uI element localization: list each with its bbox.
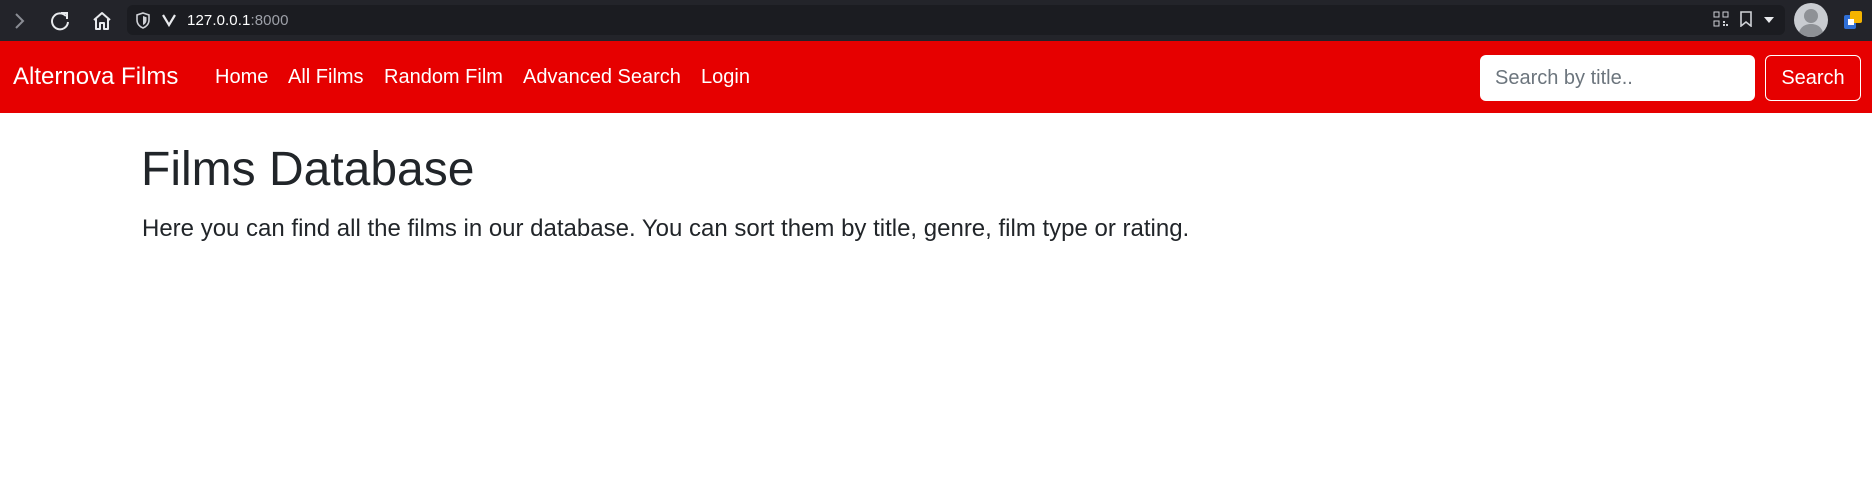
dropdown-icon[interactable] <box>1763 13 1775 31</box>
v-icon[interactable] <box>161 12 177 33</box>
address-bar-actions <box>1713 11 1775 32</box>
nav-link-advanced-search[interactable]: Advanced Search <box>523 66 681 89</box>
nav-link-all-films[interactable]: All Films <box>288 66 364 89</box>
search-input[interactable] <box>1480 55 1755 101</box>
reload-icon[interactable] <box>45 6 75 36</box>
shield-icon[interactable] <box>135 12 151 34</box>
bookmark-icon[interactable] <box>1739 11 1753 32</box>
forward-icon[interactable] <box>4 6 34 36</box>
url-port: :8000 <box>250 12 289 29</box>
extension-icon[interactable] <box>1842 9 1864 36</box>
nav-link-random-film[interactable]: Random Film <box>384 66 503 89</box>
home-icon[interactable] <box>87 6 117 36</box>
brand-link[interactable]: Alternova Films <box>13 63 178 91</box>
url-host: 127.0.0.1 <box>187 12 251 29</box>
page-title: Films Database <box>141 143 475 196</box>
site-navbar: Alternova Films Home All Films Random Fi… <box>0 41 1872 113</box>
qr-code-icon[interactable] <box>1713 11 1729 32</box>
url-text[interactable]: 127.0.0.1:8000 <box>187 12 289 29</box>
browser-toolbar: 127.0.0.1:8000 <box>0 0 1872 41</box>
address-bar[interactable]: 127.0.0.1:8000 <box>127 5 1785 35</box>
page-lead-text: Here you can find all the films in our d… <box>142 215 1190 242</box>
nav-link-home[interactable]: Home <box>215 66 268 89</box>
profile-avatar[interactable] <box>1794 3 1828 37</box>
nav-link-login[interactable]: Login <box>701 66 750 89</box>
search-button[interactable]: Search <box>1765 55 1861 101</box>
